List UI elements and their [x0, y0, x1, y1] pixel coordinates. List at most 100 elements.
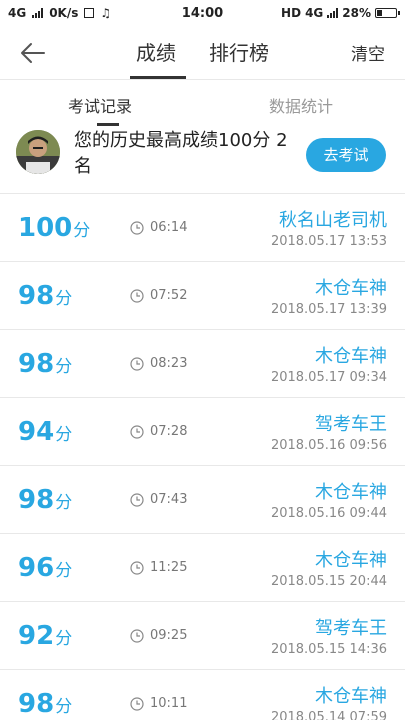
sub-tabs: 考试记录 数据统计: [0, 80, 405, 126]
duration: 11:25: [130, 560, 187, 575]
record-date: 2018.05.17 13:39: [270, 302, 387, 317]
duration: 08:23: [130, 356, 187, 371]
score-unit: 分: [55, 697, 73, 717]
clock-icon: [130, 220, 144, 235]
clear-button[interactable]: 清空: [351, 40, 385, 65]
duration-text: 09:25: [150, 628, 188, 643]
score-value: 98分: [18, 348, 72, 383]
clock-icon: [130, 288, 144, 303]
score-value: 98分: [18, 484, 72, 519]
list-item[interactable]: 94分 07:28 驾考车王 2018.05.16 09:56: [0, 398, 405, 466]
duration: 07:52: [130, 288, 187, 303]
duration: 09:25: [130, 628, 187, 643]
score-unit: 分: [55, 493, 73, 513]
clock-icon: [130, 492, 144, 507]
battery-fill: [377, 10, 382, 16]
avatar[interactable]: [16, 130, 60, 174]
record-title: 木仓车神: [315, 346, 387, 367]
score-unit: 分: [55, 289, 73, 309]
header: 成绩 排行榜 清空: [0, 26, 405, 80]
network-label: 4G: [8, 6, 27, 20]
record-title: 木仓车神: [315, 686, 387, 707]
score-unit: 分: [55, 629, 73, 649]
record-title: 驾考车王: [315, 618, 387, 639]
record-date: 2018.05.17 13:53: [270, 234, 387, 249]
status-right: HD 4G 28%: [281, 6, 400, 20]
score-number: 92: [18, 621, 55, 651]
record-date: 2018.05.15 20:44: [270, 574, 387, 589]
list-item[interactable]: 98分 08:23 木仓车神 2018.05.17 09:34: [0, 330, 405, 398]
back-button[interactable]: [18, 38, 48, 68]
clock-icon: [130, 696, 144, 711]
score-number: 98: [18, 485, 55, 515]
record-title: 木仓车神: [315, 482, 387, 503]
network-right-label: 4G: [305, 6, 324, 20]
clock-icon: [130, 560, 144, 575]
score-number: 96: [18, 553, 55, 583]
take-exam-button[interactable]: 去考试: [306, 138, 386, 172]
score-value: 100分: [18, 212, 90, 247]
record-date: 2018.05.14 07:59: [270, 710, 387, 720]
duration-text: 08:23: [150, 356, 188, 371]
speed-label: 0K/s: [49, 6, 79, 20]
back-arrow-icon: [21, 43, 45, 63]
record-title: 驾考车王: [315, 414, 387, 435]
tab-leaderboard[interactable]: 排行榜: [209, 38, 269, 68]
score-number: 100: [18, 213, 73, 243]
duration-text: 07:28: [150, 424, 188, 439]
score-number: 98: [18, 349, 55, 379]
score-unit: 分: [55, 425, 73, 445]
status-bar: 4G 0K/s ♫ 14:00 HD 4G 28%: [0, 0, 405, 26]
duration: 06:14: [130, 220, 187, 235]
exam-records-list: 100分 06:14 秋名山老司机 2018.05.17 13:53 98分 07:52 木…: [0, 194, 405, 720]
list-item[interactable]: 92分 09:25 驾考车王 2018.05.15 14:36: [0, 602, 405, 670]
clock-icon: [130, 628, 144, 643]
signal-icon: [32, 8, 44, 18]
score-unit: 分: [73, 221, 91, 241]
signal-strength-icon: [327, 8, 339, 18]
clock-icon: [130, 424, 144, 439]
record-date: 2018.05.16 09:44: [270, 506, 387, 521]
duration-text: 07:52: [150, 288, 188, 303]
list-item[interactable]: 98分 07:52 木仓车神 2018.05.17 13:39: [0, 262, 405, 330]
duration-text: 06:14: [150, 220, 188, 235]
tab-scores[interactable]: 成绩: [136, 38, 176, 68]
duration-text: 11:25: [150, 560, 188, 575]
score-value: 96分: [18, 552, 72, 587]
duration: 07:28: [130, 424, 187, 439]
list-item[interactable]: 98分 10:11 木仓车神 2018.05.14 07:59: [0, 670, 405, 720]
status-left: 4G 0K/s ♫: [8, 6, 111, 20]
duration-text: 10:11: [150, 696, 188, 711]
list-item[interactable]: 96分 11:25 木仓车神 2018.05.15 20:44: [0, 534, 405, 602]
record-date: 2018.05.17 09:34: [270, 370, 387, 385]
avatar-image: [16, 130, 60, 174]
clock-icon: [130, 356, 144, 371]
score-number: 98: [18, 281, 55, 311]
music-icon: ♫: [100, 6, 112, 20]
subtab-exam-records[interactable]: 考试记录: [68, 93, 132, 117]
score-value: 98分: [18, 280, 72, 315]
duration: 07:43: [130, 492, 187, 507]
score-number: 94: [18, 417, 55, 447]
battery-icon: [375, 8, 400, 18]
record-title: 木仓车神: [315, 550, 387, 571]
best-score-summary: 您的历史最高成绩100分 2名 去考试: [0, 126, 405, 194]
screenshot-icon: [84, 8, 95, 18]
score-value: 94分: [18, 416, 72, 451]
score-number: 98: [18, 689, 55, 719]
list-item[interactable]: 98分 07:43 木仓车神 2018.05.16 09:44: [0, 466, 405, 534]
duration-text: 07:43: [150, 492, 188, 507]
battery-percent: 28%: [342, 6, 371, 20]
subtab-data-stats[interactable]: 数据统计: [269, 93, 333, 117]
score-value: 92分: [18, 620, 72, 655]
record-date: 2018.05.16 09:56: [270, 438, 387, 453]
record-title: 木仓车神: [315, 278, 387, 299]
list-item[interactable]: 100分 06:14 秋名山老司机 2018.05.17 13:53: [0, 194, 405, 262]
record-date: 2018.05.15 14:36: [270, 642, 387, 657]
score-unit: 分: [55, 561, 73, 581]
best-score-text: 您的历史最高成绩100分 2名: [74, 130, 288, 177]
record-title: 秋名山老司机: [279, 210, 387, 231]
hd-label: HD: [281, 6, 302, 20]
score-value: 98分: [18, 688, 72, 720]
score-unit: 分: [55, 357, 73, 377]
